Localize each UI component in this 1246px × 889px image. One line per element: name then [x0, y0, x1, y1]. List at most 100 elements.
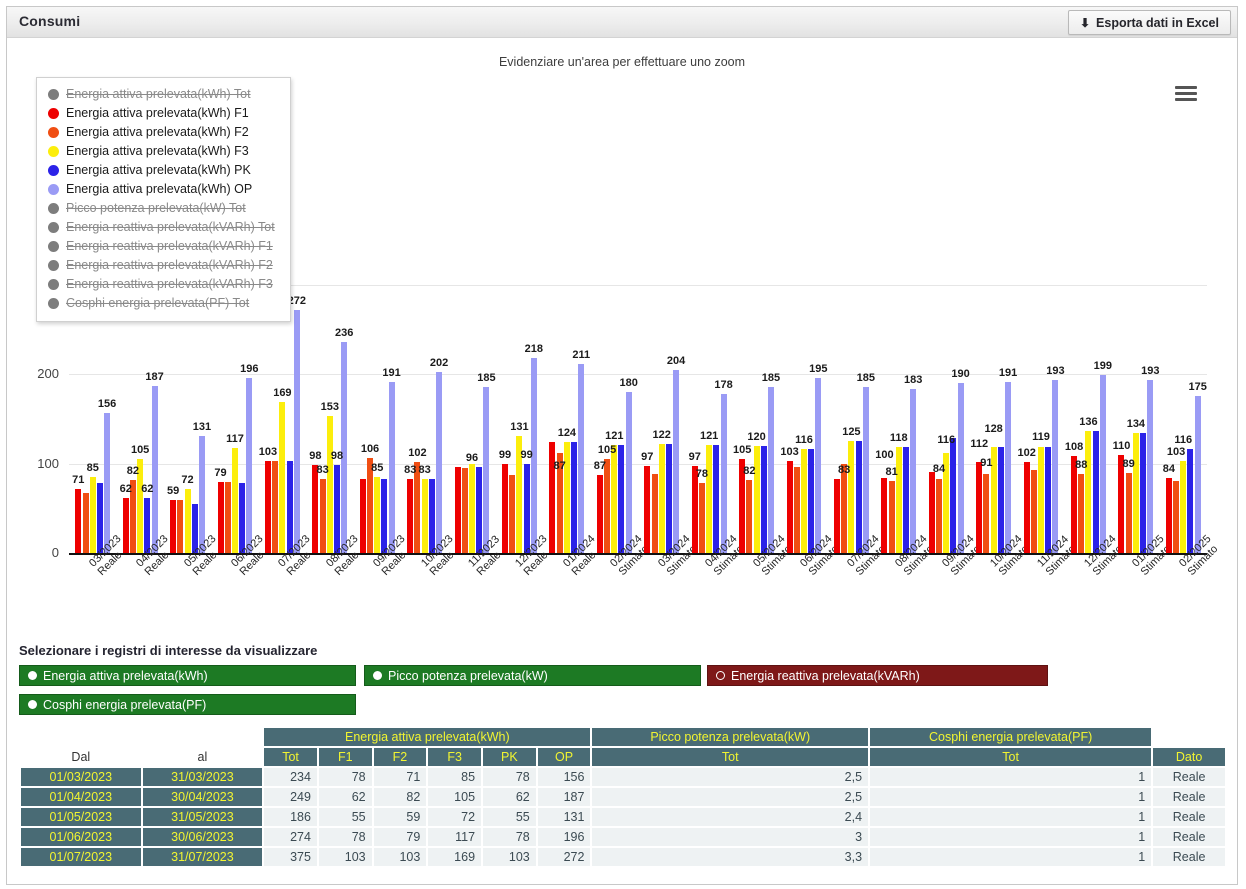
chart-bar[interactable] — [89, 476, 96, 553]
chart-bar[interactable] — [231, 448, 238, 553]
chart-bar[interactable] — [1147, 380, 1154, 553]
chart-bar[interactable] — [578, 364, 585, 553]
legend-item-7[interactable]: Energia reattiva prelevata(kVARh) Tot — [37, 218, 290, 237]
chart-bar[interactable] — [604, 459, 611, 553]
chart-bar[interactable] — [177, 500, 184, 553]
chart-bar[interactable] — [665, 443, 672, 553]
chart-bar[interactable] — [815, 378, 822, 553]
chart-bar[interactable] — [319, 478, 326, 553]
chart-bar[interactable] — [618, 444, 625, 553]
chart-bar[interactable] — [1092, 431, 1099, 553]
chart-bar[interactable] — [760, 445, 767, 553]
chart-container[interactable]: Evidenziare un'area per effettuare uno z… — [7, 38, 1237, 628]
chart-bar[interactable] — [407, 478, 414, 553]
table-row[interactable]: 01/07/2023 31/07/2023 375 103 103 169 103 272 3,… — [21, 848, 1225, 866]
chart-bar[interactable] — [293, 309, 300, 553]
chart-bar[interactable] — [644, 466, 651, 553]
chart-bar[interactable] — [706, 444, 713, 553]
chart-bar[interactable] — [421, 478, 428, 553]
chart-bar[interactable] — [910, 389, 917, 553]
legend-item-4[interactable]: Energia attiva prelevata(kWh) PK — [37, 161, 290, 180]
chart-bar[interactable] — [800, 449, 807, 553]
chart-bar[interactable] — [698, 483, 705, 553]
register-button-1[interactable]: Picco potenza prelevata(kW) — [364, 665, 701, 686]
table-row[interactable]: 01/03/2023 31/03/2023 234 78 71 85 78 156 2,5 1 Re… — [21, 768, 1225, 786]
chart-bar[interactable] — [1030, 469, 1037, 553]
export-excel-button[interactable]: ⬇ Esporta dati in Excel — [1067, 10, 1231, 35]
chart-bar[interactable] — [75, 489, 82, 553]
chart-bar[interactable] — [713, 444, 720, 553]
chart-bar[interactable] — [1165, 477, 1172, 553]
chart-bar[interactable] — [279, 401, 286, 553]
chart-bar[interactable] — [571, 442, 578, 553]
table-row[interactable]: 01/06/2023 30/06/2023 274 78 79 117 78 196 3 1 Rea… — [21, 828, 1225, 846]
chart-bar[interactable] — [333, 465, 340, 553]
chart-bar[interactable] — [936, 478, 942, 553]
chart-bar[interactable] — [862, 387, 869, 553]
chart-bar[interactable] — [454, 467, 461, 553]
register-button-3[interactable]: Cosphi energia prelevata(PF) — [19, 694, 356, 715]
chart-bar[interactable] — [151, 385, 158, 553]
chart-bar[interactable] — [720, 393, 727, 553]
chart-bar[interactable] — [1140, 433, 1147, 553]
chart-bar[interactable] — [286, 460, 293, 553]
chart-bar[interactable] — [1078, 474, 1085, 553]
chart-bar[interactable] — [625, 391, 632, 553]
chart-bar[interactable] — [895, 447, 902, 553]
chart-bar[interactable] — [436, 372, 443, 553]
table-row[interactable]: 01/04/2023 30/04/2023 249 62 82 105 62 187 2,5 1 R… — [21, 788, 1225, 806]
chart-bar[interactable] — [198, 435, 205, 553]
chart-bar[interactable] — [793, 467, 800, 553]
chart-bar[interactable] — [381, 478, 388, 553]
chart-bar[interactable] — [833, 478, 840, 553]
chart-bar[interactable] — [96, 483, 103, 553]
chart-bar[interactable] — [1045, 446, 1052, 553]
chart-bar[interactable] — [928, 471, 935, 553]
chart-bar[interactable] — [753, 445, 760, 553]
chart-bar[interactable] — [1173, 481, 1180, 553]
chart-bar[interactable] — [82, 493, 89, 553]
chart-bar[interactable] — [841, 463, 848, 553]
chart-bar[interactable] — [246, 377, 253, 553]
chart-bar[interactable] — [341, 341, 348, 553]
legend-item-1[interactable]: Energia attiva prelevata(kWh) F1 — [37, 104, 290, 123]
chart-bar[interactable] — [461, 467, 468, 553]
chart-bar[interactable] — [746, 479, 753, 553]
chart-bar[interactable] — [217, 482, 224, 553]
chart-bar[interactable] — [957, 382, 964, 553]
chart-bar[interactable] — [272, 460, 279, 553]
chart-bar[interactable] — [1005, 382, 1012, 553]
chart-bar[interactable] — [264, 460, 271, 553]
chart-bar[interactable] — [122, 497, 129, 553]
chart-bar[interactable] — [855, 441, 862, 553]
chart-bar[interactable] — [312, 465, 319, 553]
chart-bar[interactable] — [1099, 374, 1106, 553]
chart-bar[interactable] — [374, 476, 381, 553]
chart-bar[interactable] — [563, 442, 570, 553]
legend-item-10[interactable]: Energia reattiva prelevata(kVARh) F3 — [37, 275, 290, 294]
chart-bar[interactable] — [596, 475, 603, 553]
chart-bar[interactable] — [767, 387, 774, 553]
legend-item-9[interactable]: Energia reattiva prelevata(kVARh) F2 — [37, 256, 290, 275]
chart-bar[interactable] — [888, 480, 895, 553]
legend-item-3[interactable]: Energia attiva prelevata(kWh) F3 — [37, 142, 290, 161]
chart-bar[interactable] — [509, 475, 516, 553]
chart-bar[interactable] — [104, 413, 111, 553]
chart-bar[interactable] — [523, 464, 530, 553]
chart-bar[interactable] — [848, 441, 855, 553]
chart-bar[interactable] — [428, 478, 435, 553]
chart-bar[interactable] — [1125, 473, 1132, 553]
legend-item-11[interactable]: Cosphi energia prelevata(PF) Tot — [37, 294, 290, 313]
chart-bar[interactable] — [658, 443, 665, 553]
chart-bar[interactable] — [651, 474, 658, 553]
legend-item-6[interactable]: Picco potenza prelevata(kW) Tot — [37, 199, 290, 218]
chart-bar[interactable] — [359, 478, 366, 553]
chart-bar[interactable] — [808, 449, 815, 553]
register-button-2[interactable]: Energia reattiva prelevata(kVARh) — [707, 665, 1048, 686]
chart-bar[interactable] — [483, 387, 490, 553]
chart-bar[interactable] — [1085, 431, 1092, 553]
chart-bar[interactable] — [902, 447, 909, 553]
chart-bar[interactable] — [976, 461, 983, 553]
chart-bar[interactable] — [388, 382, 395, 553]
legend-item-8[interactable]: Energia reattiva prelevata(kVARh) F1 — [37, 237, 290, 256]
